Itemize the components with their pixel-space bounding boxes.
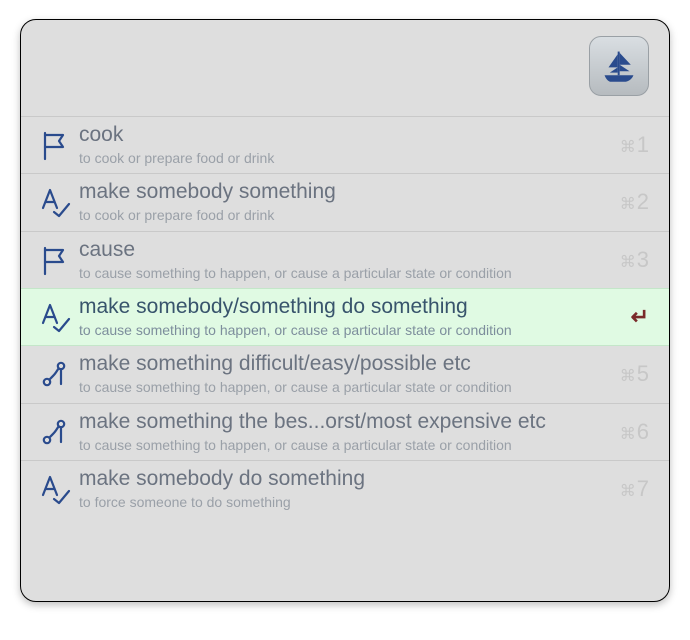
cmd-key-icon: ⌘ (620, 366, 636, 386)
shortcut-number: 6 (637, 419, 649, 445)
result-texts: cause to cause something to happen, or ca… (79, 238, 613, 282)
a-check-icon (39, 473, 79, 505)
enter-key-icon: ↵ (613, 304, 649, 330)
result-texts: make somebody do something to force someo… (79, 467, 613, 511)
branch-icon (39, 358, 79, 390)
result-title: make somebody/something do something (79, 295, 605, 319)
panel-header (21, 20, 669, 116)
result-subtitle: to cause something to happen, or cause a… (79, 264, 605, 282)
a-check-icon (39, 301, 79, 333)
flag-icon (39, 244, 79, 276)
keyboard-shortcut: ⌘5 (613, 361, 649, 387)
cmd-key-icon: ⌘ (620, 252, 636, 272)
cmd-key-icon: ⌘ (620, 194, 636, 214)
result-title: make something difficult/easy/possible e… (79, 352, 605, 376)
result-row[interactable]: cause to cause something to happen, or ca… (21, 231, 669, 288)
branch-icon (39, 416, 79, 448)
result-row[interactable]: cook to cook or prepare food or drink ⌘1 (21, 116, 669, 173)
result-subtitle: to cause something to happen, or cause a… (79, 378, 605, 396)
result-row[interactable]: make something the bes...orst/most expen… (21, 403, 669, 460)
ship-icon (598, 45, 640, 87)
cmd-key-icon: ⌘ (620, 481, 636, 501)
result-title: cause (79, 238, 605, 262)
result-texts: cook to cook or prepare food or drink (79, 123, 613, 167)
keyboard-shortcut: ⌘2 (613, 189, 649, 215)
shortcut-number: 5 (637, 361, 649, 387)
keyboard-shortcut: ⌘7 (613, 476, 649, 502)
result-texts: make something the bes...orst/most expen… (79, 410, 613, 454)
result-texts: make something difficult/easy/possible e… (79, 352, 613, 396)
cmd-key-icon: ⌘ (620, 424, 636, 444)
result-texts: make somebody something to cook or prepar… (79, 180, 613, 224)
keyboard-shortcut: ⌘1 (613, 132, 649, 158)
flag-icon (39, 129, 79, 161)
result-subtitle: to cause something to happen, or cause a… (79, 321, 605, 339)
a-check-icon (39, 186, 79, 218)
search-results-panel: cookto cook or prepare food or drink⌘1ma… (20, 19, 670, 602)
app-ship-icon (589, 36, 649, 96)
result-row[interactable]: make somebody something to cook or prepar… (21, 173, 669, 230)
keyboard-shortcut: ⌘6 (613, 419, 649, 445)
result-texts: make somebody/something do something to c… (79, 295, 613, 339)
result-title: cook (79, 123, 605, 147)
result-title: make somebody do something (79, 467, 605, 491)
keyboard-shortcut: ⌘3 (613, 247, 649, 273)
result-row[interactable]: make somebody/something do something to c… (21, 288, 669, 345)
result-subtitle: to cook or prepare food or drink (79, 149, 605, 167)
result-subtitle: to force someone to do something (79, 493, 605, 511)
shortcut-number: 1 (637, 132, 649, 158)
result-subtitle: to cause something to happen, or cause a… (79, 436, 605, 454)
result-title: make something the bes...orst/most expen… (79, 410, 605, 434)
result-row[interactable]: make somebody do something to force someo… (21, 460, 669, 517)
result-row[interactable]: make something difficult/easy/possible e… (21, 345, 669, 402)
shortcut-number: 2 (637, 189, 649, 215)
result-title: make somebody something (79, 180, 605, 204)
result-subtitle: to cook or prepare food or drink (79, 206, 605, 224)
shortcut-number: 7 (637, 476, 649, 502)
results-list: cookto cook or prepare food or drink⌘1ma… (21, 116, 669, 517)
cmd-key-icon: ⌘ (620, 137, 636, 157)
shortcut-number: 3 (637, 247, 649, 273)
